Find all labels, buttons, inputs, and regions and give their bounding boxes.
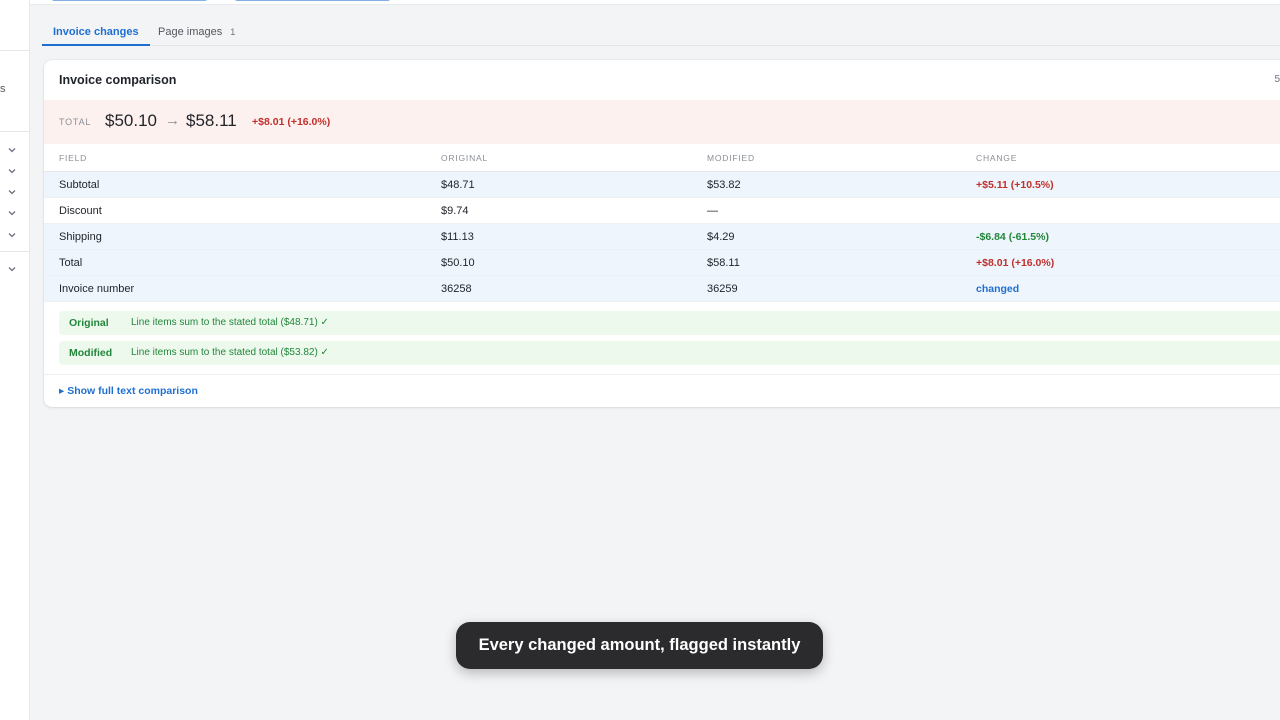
field-name: Shipping [59,231,102,243]
check-text: Line items sum to the stated total ($53.… [131,347,329,358]
original-value: $50.10 [441,257,475,269]
column-header-change: CHANGE [976,153,1018,163]
total-original: $50.10 [105,111,157,130]
card-title: Invoice comparison [59,73,177,87]
sidebar-divider [0,251,30,252]
table-row: Subtotal $48.71 $53.82 +$5.11 (+10.5%) [44,172,1280,198]
check-label: Modified [69,347,113,359]
table-row: Total $50.10 $58.11 +$8.01 (+16.0%) [44,250,1280,276]
chevron-down-icon[interactable] [6,263,18,275]
sidebar-partial-label: s [0,83,6,95]
check-original: Original Line items sum to the stated to… [59,311,1280,335]
invoice-comparison-card: Invoice comparison 5 TOTAL $50.10 → $58.… [44,60,1280,407]
toast-message: Every changed amount, flagged instantly [456,622,823,669]
change-value: +$5.11 (+10.5%) [976,179,1054,191]
tab-invoice-changes[interactable]: Invoice changes [42,20,150,46]
original-value: $11.13 [441,231,474,243]
check-label: Original [69,317,109,329]
chevron-down-icon[interactable] [6,207,18,219]
chevron-down-icon[interactable] [6,186,18,198]
check-modified: Modified Line items sum to the stated to… [59,341,1280,365]
total-summary: TOTAL $50.10 → $58.11 +$8.01 (+16.0%) [44,100,1280,144]
total-label: TOTAL [59,117,92,127]
field-name: Subtotal [59,179,100,191]
header-pill[interactable] [235,0,390,1]
change-value: changed [976,283,1020,295]
modified-value: 36259 [707,283,738,295]
original-value: $9.74 [441,205,469,217]
chevron-down-icon[interactable] [6,229,18,241]
total-modified: $58.11 [186,111,237,130]
modified-value: — [707,205,718,217]
sidebar-divider [0,50,30,51]
check-text: Line items sum to the stated total ($48.… [131,317,329,328]
total-delta: +$8.01 (+16.0%) [252,116,331,128]
tab-label: Page images [158,26,223,38]
chevron-down-icon[interactable] [6,165,18,177]
field-name: Invoice number [59,283,135,295]
sidebar: s [0,0,30,720]
modified-value: $4.29 [707,231,735,243]
modified-value: $58.11 [707,257,740,269]
field-name: Total [59,257,83,269]
tab-page-images[interactable]: Page images 1 [147,20,246,46]
show-full-text-comparison-link[interactable]: ▸ Show full text comparison [59,385,198,397]
column-header-field: FIELD [59,153,88,163]
change-value: -$6.84 (-61.5%) [976,231,1049,243]
card-corner-text: 5 [1274,74,1280,85]
tab-bar: Invoice changes Page images 1 [42,20,1280,46]
column-header-original: ORIGINAL [441,153,489,163]
field-name: Discount [59,205,102,217]
header-pill[interactable] [52,0,207,1]
tab-label: Invoice changes [53,26,139,38]
table-row: Invoice number 36258 36259 changed [44,276,1280,302]
card-divider [44,374,1280,375]
original-value: 36258 [441,283,472,295]
table-row: Shipping $11.13 $4.29 -$6.84 (-61.5%) [44,224,1280,250]
table-header: FIELD ORIGINAL MODIFIED CHANGE [44,144,1280,172]
tab-count-badge: 1 [230,27,236,37]
change-value: +$8.01 (+16.0%) [976,257,1055,269]
column-header-modified: MODIFIED [707,153,755,163]
sidebar-divider [0,131,30,132]
original-value: $48.71 [441,179,475,191]
arrow-right-icon: → [165,112,180,129]
chevron-down-icon[interactable] [6,144,18,156]
top-header-strip [30,0,1280,5]
modified-value: $53.82 [707,179,741,191]
table-row: Discount $9.74 — [44,198,1280,224]
